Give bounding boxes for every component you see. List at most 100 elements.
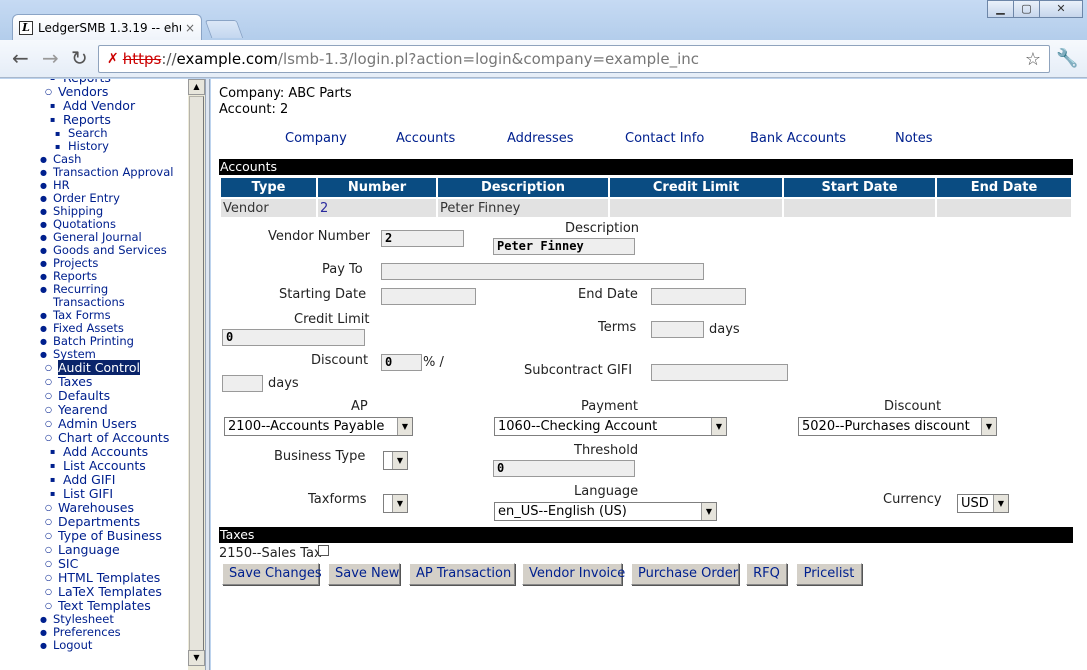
scroll-up-icon[interactable]: ▲ [188, 79, 205, 95]
menu-item-label[interactable]: Audit Control [58, 360, 140, 375]
credit-limit-input[interactable]: 0 [222, 329, 365, 346]
menu-item-label[interactable]: Recurring [53, 282, 108, 296]
menu-item[interactable]: ○ Yearend [0, 403, 188, 417]
ap-transaction-button[interactable]: AP Transaction [409, 563, 515, 585]
forward-icon[interactable]: → [42, 48, 59, 68]
menu-item-label[interactable]: HTML Templates [58, 570, 160, 585]
menu-item-label[interactable]: Warehouses [58, 500, 134, 515]
menu-item-label[interactable]: Cash [53, 152, 81, 166]
rfq-button[interactable]: RFQ [746, 563, 787, 585]
broken-lock-icon[interactable]: ✗ [107, 51, 119, 67]
menu-item[interactable]: ○ Taxes [0, 375, 188, 389]
menu-item[interactable]: ○ Defaults [0, 389, 188, 403]
menu-item-label[interactable]: Shipping [53, 204, 103, 218]
menu-item[interactable]: ▪ History [0, 140, 188, 153]
menu-item-label[interactable]: Quotations [53, 217, 116, 231]
menu-item-label[interactable]: List Accounts [63, 458, 146, 473]
menu-item-label[interactable]: System [53, 347, 96, 361]
scroll-down-icon[interactable]: ▼ [188, 650, 205, 666]
menu-item-label[interactable]: Admin Users [58, 416, 137, 431]
menu-item[interactable]: ○ Vendors [0, 85, 188, 99]
menu-item[interactable]: ● Transaction Approval [0, 166, 188, 179]
starting-date-input[interactable] [381, 288, 476, 305]
menu-item[interactable]: ▪ List GIFI [0, 487, 188, 501]
menu-item[interactable]: ▪ List Accounts [0, 459, 188, 473]
menu-item-label[interactable]: Chart of Accounts [58, 430, 169, 445]
vendor-invoice-button[interactable]: Vendor Invoice [522, 563, 625, 585]
chevron-down-icon[interactable]: ▼ [392, 495, 407, 512]
menu-item-label[interactable]: Add Vendor [63, 98, 135, 113]
tab-notes[interactable]: Notes [895, 131, 933, 146]
purchase-order-button[interactable]: Purchase Order [631, 563, 739, 585]
menu-item[interactable]: ▪ Add Vendor [0, 99, 188, 113]
sales-tax-checkbox[interactable] [318, 545, 329, 556]
description-input[interactable]: Peter Finney [493, 238, 635, 255]
wrench-icon[interactable]: 🔧 [1056, 48, 1078, 69]
chevron-down-icon[interactable]: ▼ [701, 503, 716, 520]
menu-item-label[interactable]: List GIFI [63, 486, 113, 501]
ap-select[interactable]: 2100--Accounts Payable ▼ [224, 417, 413, 436]
menu-item-label[interactable]: Language [58, 542, 120, 557]
menu-item-label[interactable]: Add Accounts [63, 444, 148, 459]
cell-number-link[interactable]: 2 [318, 199, 436, 217]
menu-item-label[interactable]: Goods and Services [53, 243, 167, 257]
tab-contact-info[interactable]: Contact Info [625, 131, 704, 146]
new-tab-button[interactable] [204, 20, 244, 38]
menu-item[interactable]: ▪ Reports [0, 113, 188, 127]
menu-item-label[interactable]: Add GIFI [63, 472, 115, 487]
menu-item-label[interactable]: Batch Printing [53, 334, 134, 348]
payment-select[interactable]: 1060--Checking Account ▼ [494, 417, 727, 436]
menu-item-label[interactable]: Order Entry [53, 191, 120, 205]
menu-item-label[interactable]: Projects [53, 256, 98, 270]
save-new-button[interactable]: Save New [328, 563, 400, 585]
language-select[interactable]: en_US--English (US) ▼ [494, 502, 717, 521]
menu-item[interactable]: ▪ Add Accounts [0, 445, 188, 459]
terms-input[interactable] [651, 321, 704, 338]
reload-icon[interactable]: ↻ [71, 48, 88, 68]
menu-item-label[interactable]: Type of Business [58, 528, 162, 543]
discount-input[interactable]: 0 [381, 354, 422, 371]
save-changes-button[interactable]: Save Changes [222, 563, 322, 585]
menu-item-label[interactable]: Departments [58, 514, 140, 529]
menu-item-label[interactable]: Taxes [58, 374, 92, 389]
minimize-icon[interactable]: ▁ [987, 0, 1014, 18]
scroll-thumb[interactable] [189, 96, 204, 651]
browser-tab[interactable]: L LedgerSMB 1.3.19 -- ehuelsm × [12, 14, 202, 41]
tab-company[interactable]: Company [285, 131, 347, 146]
menu-item-label[interactable]: Fixed Assets [53, 321, 124, 335]
menu-item[interactable]: ○ Language [0, 543, 188, 557]
menu-item[interactable]: ○ Admin Users [0, 417, 188, 431]
menu-item[interactable]: ▪ Add GIFI [0, 473, 188, 487]
menu-item-label[interactable]: Transactions [53, 295, 125, 309]
subcontract-gifi-input[interactable] [651, 364, 788, 381]
currency-select[interactable]: USD ▼ [957, 494, 1009, 513]
menu-item[interactable]: ○ Audit Control [0, 360, 188, 375]
menu-item-label[interactable]: Transaction Approval [53, 165, 173, 179]
chevron-down-icon[interactable]: ▼ [981, 418, 996, 435]
back-icon[interactable]: ← [12, 48, 29, 68]
menu-item[interactable]: ○ LaTeX Templates [0, 585, 188, 599]
chevron-down-icon[interactable]: ▼ [711, 418, 726, 435]
chevron-down-icon[interactable]: ▼ [392, 452, 407, 469]
tab-close-icon[interactable]: × [185, 21, 195, 35]
maximize-icon[interactable]: ▢ [1013, 0, 1040, 18]
vendor-number-input[interactable]: 2 [381, 230, 464, 247]
menu-item-label[interactable]: Reports [63, 112, 111, 127]
menu-item[interactable]: ○ HTML Templates [0, 571, 188, 585]
pay-to-input[interactable] [381, 263, 704, 280]
menu-item-label[interactable]: Text Templates [58, 598, 151, 613]
menu-item-label[interactable]: Yearend [58, 402, 108, 417]
menu-item-label[interactable]: Search [68, 126, 108, 140]
menu-item[interactable]: ○ Chart of Accounts [0, 431, 188, 445]
menu-item[interactable]: ● Logout [0, 639, 188, 652]
end-date-input[interactable] [651, 288, 746, 305]
taxforms-select[interactable]: ▼ [383, 494, 408, 513]
menu-item-label[interactable]: Tax Forms [53, 308, 111, 322]
menu-scrollbar[interactable]: ▲ ▼ [188, 79, 205, 670]
frame-divider[interactable] [205, 79, 210, 670]
tab-bank-accounts[interactable]: Bank Accounts [750, 131, 846, 146]
business-type-select[interactable]: ▼ [383, 451, 408, 470]
table-row[interactable]: Vendor 2 Peter Finney [221, 199, 1071, 217]
chevron-down-icon[interactable]: ▼ [993, 495, 1008, 512]
menu-item-label[interactable]: General Journal [53, 230, 142, 244]
